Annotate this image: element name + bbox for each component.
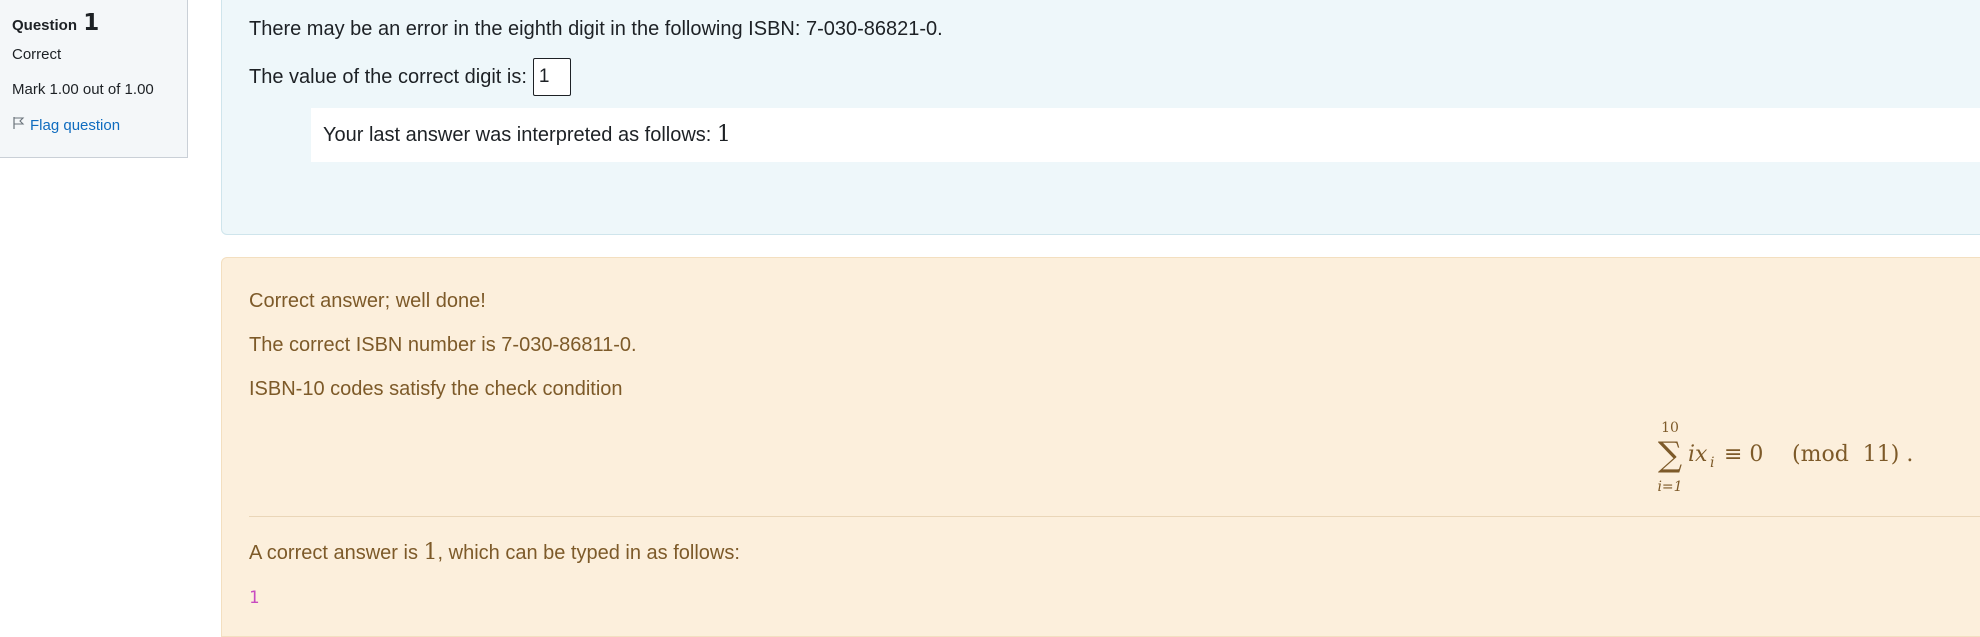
right-answer-suffix: , which can be typed in as follows: (437, 542, 740, 564)
flag-question-button[interactable]: Flag question (12, 116, 175, 134)
interpretation-text: Your last answer was interpreted as foll… (323, 124, 712, 146)
right-answer: A correct answer is 1, which can be type… (249, 540, 740, 565)
question-formulation: There may be an error in the eighth digi… (221, 0, 1980, 235)
answer-line: The value of the correct digit is: (249, 58, 571, 96)
flag-icon (12, 116, 26, 134)
interpretation-value: 1 (716, 122, 731, 147)
right-answer-prefix: A correct answer is (249, 542, 418, 564)
question-label: Question (12, 17, 78, 34)
question-number: Question 1 (12, 10, 175, 36)
sum-upper-limit: 10 (1661, 420, 1679, 436)
sum-lower-limit: i=1 (1657, 479, 1682, 495)
typed-answer-code: 1 (249, 588, 260, 608)
feedback-correct: Correct answer; well done! (249, 290, 486, 312)
sum-symbol: ∑ (1658, 435, 1682, 475)
formula-subscript: i (1710, 455, 1714, 471)
flag-question-label: Flag question (30, 116, 121, 134)
feedback-divider (249, 516, 1980, 517)
answer-input[interactable] (532, 58, 571, 96)
question-grade: Mark 1.00 out of 1.00 (12, 81, 154, 98)
right-answer-value: 1 (423, 540, 438, 565)
formula-equiv: ≡ 0 (1724, 442, 1763, 467)
question-state: Correct (12, 46, 62, 63)
question-outcome: Correct answer; well done! The correct I… (221, 257, 1980, 637)
formula-body: ix (1688, 442, 1708, 467)
answer-prompt: The value of the correct digit is: (249, 65, 527, 88)
answer-interpretation: Your last answer was interpreted as foll… (311, 108, 1980, 162)
question-info-panel: Question 1 Correct Mark 1.00 out of 1.00… (0, 0, 188, 158)
formula-mod: (mod 11) . (1792, 442, 1913, 467)
feedback-correct-isbn: The correct ISBN number is 7-030-86811-0… (249, 334, 637, 356)
check-condition-formula: 10 ∑ i=1 ix i ≡ 0 (mod 11) . (1648, 416, 1938, 501)
question-number-value: 1 (83, 10, 100, 36)
feedback-check-condition: ISBN-10 codes satisfy the check conditio… (249, 378, 623, 400)
question-text: There may be an error in the eighth digi… (249, 18, 943, 40)
